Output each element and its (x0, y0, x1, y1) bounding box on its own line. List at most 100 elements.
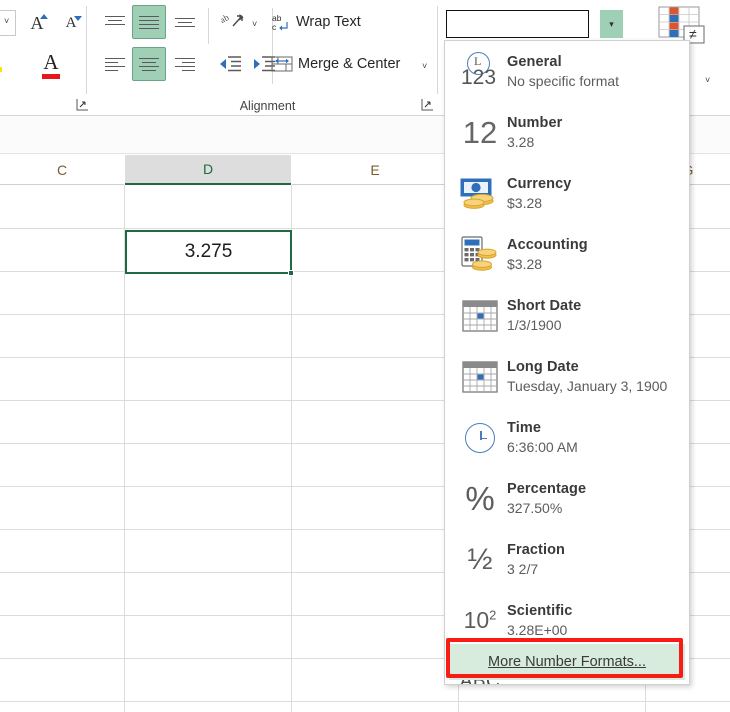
increase-font-size-button[interactable]: A (22, 8, 52, 38)
column-header-c-label: C (57, 162, 67, 178)
top-align-button[interactable] (100, 8, 130, 36)
fraction-icon: ½ (453, 537, 507, 583)
center-align-button[interactable] (132, 47, 166, 81)
svg-text:ab: ab (220, 12, 231, 25)
format-sample: 327.50% (507, 499, 586, 517)
format-name: Short Date (507, 297, 581, 315)
orientation-icon: ab (220, 11, 244, 33)
merge-and-center-label: Merge & Center (298, 56, 400, 72)
more-number-formats-label: More Number Formats... (488, 654, 646, 670)
font-color-button[interactable]: A (36, 50, 66, 82)
format-name: Accounting (507, 236, 588, 254)
alignment-settings-launcher[interactable] (421, 98, 434, 111)
format-name: Scientific (507, 602, 572, 620)
number-format-item-accounting[interactable]: Accounting $3.28 (445, 224, 689, 285)
excel-number-format-screenshot: ˅ A A A (0, 0, 730, 712)
format-sample: $3.28 (507, 255, 588, 273)
format-sample: 3.28 (507, 133, 562, 151)
format-sample: 3.28E+00 (507, 621, 572, 639)
number-format-dropdown-arrow[interactable]: ▾ (600, 10, 623, 38)
orientation-chevron-down-icon[interactable]: ˅ (252, 20, 257, 29)
number-format-item-short-date[interactable]: Short Date 1/3/1900 (445, 285, 689, 346)
ribbon-separator-4 (437, 6, 438, 94)
percent-icon: % (453, 476, 507, 522)
decrease-indent-button[interactable] (214, 50, 246, 78)
currency-bill-icon (453, 171, 507, 217)
merge-center-icon (271, 55, 293, 73)
conditional-formatting-chevron-down-icon[interactable]: ˅ (705, 76, 710, 85)
format-sample: $3.28 (507, 194, 571, 212)
merge-center-chevron-down-icon[interactable]: ˅ (422, 62, 427, 71)
align-right-icon (175, 57, 195, 72)
wrap-text-button[interactable]: ab c Wrap Text (266, 6, 396, 38)
wrap-text-icon: ab c (271, 12, 291, 32)
orientation-button[interactable]: ab (216, 6, 248, 38)
gridline-h-12 (0, 701, 730, 702)
align-left-icon (105, 57, 125, 72)
svg-text:≠: ≠ (689, 26, 697, 42)
decrease-indent-icon (218, 56, 242, 72)
format-name: Percentage (507, 480, 586, 498)
format-name: Fraction (507, 541, 565, 559)
bottom-align-icon (175, 15, 195, 30)
more-number-formats-accelerator: M (488, 654, 500, 670)
middle-align-icon (139, 15, 159, 30)
format-name: General (507, 53, 619, 71)
column-header-d[interactable]: D (125, 155, 291, 185)
ribbon-separator-2 (208, 8, 209, 44)
column-header-e[interactable]: E (292, 155, 458, 185)
number-format-item-time[interactable]: Time 6:36:00 AM (445, 407, 689, 468)
number-format-item-general[interactable]: L 123 General No specific format (445, 41, 689, 102)
format-sample: 1/3/1900 (507, 316, 581, 334)
middle-align-button[interactable] (132, 5, 166, 39)
format-name: Currency (507, 175, 571, 193)
chevron-down-icon: ▾ (609, 19, 614, 30)
svg-text:c: c (272, 22, 277, 32)
font-size-chevron-down-icon[interactable]: ˅ (4, 17, 9, 26)
align-right-button[interactable] (170, 50, 200, 78)
top-align-icon (105, 15, 125, 30)
more-number-formats-row: More Number Formats... (445, 640, 689, 684)
column-header-d-label: D (203, 161, 213, 177)
up-arrow-icon (40, 14, 48, 22)
font-color-letter: A (43, 53, 58, 73)
font-settings-launcher[interactable] (76, 98, 89, 111)
time-clock-icon (453, 415, 507, 461)
highlight-color-button[interactable] (0, 56, 4, 72)
column-header-c[interactable]: C (0, 155, 124, 185)
center-align-icon (139, 57, 159, 72)
ribbon-separator-1 (86, 6, 87, 94)
merge-and-center-button[interactable]: Merge & Center (266, 48, 416, 80)
number-format-gallery: L 123 General No specific format 12 Numb… (444, 40, 690, 685)
format-name: Long Date (507, 358, 667, 376)
accounting-calculator-icon (453, 232, 507, 278)
format-sample: 3 2/7 (507, 560, 565, 578)
short-date-calendar-icon (453, 293, 507, 339)
decrease-font-size-button[interactable]: A (56, 8, 86, 38)
fill-handle[interactable] (288, 270, 294, 276)
format-name: Time (507, 419, 578, 437)
alignment-group-label: Alignment (96, 99, 439, 113)
number-format-item-long-date[interactable]: Long Date Tuesday, January 3, 1900 (445, 346, 689, 407)
more-number-formats-rest: ore Number Formats... (500, 654, 646, 670)
active-cell-d3[interactable]: 3.275 (125, 230, 292, 274)
format-sample: 6:36:00 AM (507, 438, 578, 456)
general-123-icon: L 123 (453, 49, 507, 95)
number-format-item-currency[interactable]: Currency $3.28 (445, 163, 689, 224)
format-name: Number (507, 114, 562, 132)
active-cell-value: 3.275 (185, 241, 233, 263)
scientific-icon: 102 (453, 598, 507, 644)
more-number-formats-button[interactable]: More Number Formats... (449, 644, 685, 680)
column-header-e-label: E (370, 162, 379, 178)
align-left-button[interactable] (100, 50, 130, 78)
bottom-align-button[interactable] (170, 8, 200, 36)
number-format-item-number[interactable]: 12 Number 3.28 (445, 102, 689, 163)
number-format-combo-input[interactable] (446, 10, 589, 38)
format-sample: No specific format (507, 72, 619, 90)
number-12-icon: 12 (453, 110, 507, 156)
format-sample: Tuesday, January 3, 1900 (507, 377, 667, 395)
font-color-swatch (42, 74, 60, 79)
number-format-item-percentage[interactable]: % Percentage 327.50% (445, 468, 689, 529)
ribbon-group-alignment: ab ˅ ab c Wrap Text (96, 0, 439, 115)
number-format-item-fraction[interactable]: ½ Fraction 3 2/7 (445, 529, 689, 590)
